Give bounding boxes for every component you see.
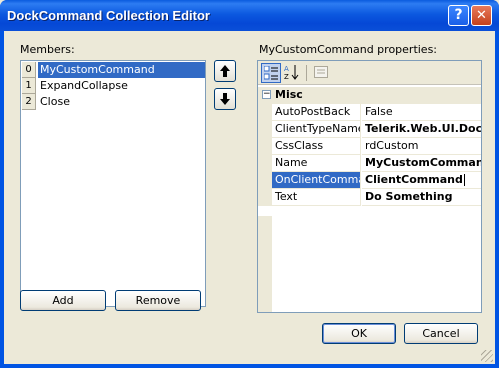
close-button[interactable]: ✕ <box>471 5 492 26</box>
cancel-button[interactable]: Cancel <box>404 323 478 344</box>
move-down-button[interactable] <box>214 88 236 110</box>
property-value[interactable]: Do Something <box>362 189 481 206</box>
property-value[interactable]: Telerik.Web.UI.Dock <box>362 121 481 138</box>
members-label: Members: <box>20 43 75 56</box>
properties-label: MyCustomCommand properties: <box>259 43 438 56</box>
property-name: ClientTypeName <box>272 121 361 138</box>
alphabetical-icon: A Z <box>284 65 299 81</box>
row-gutter <box>258 121 272 138</box>
alphabetical-button[interactable]: A Z <box>282 63 302 83</box>
property-row-text[interactable]: Text Do Something <box>258 189 481 206</box>
members-list[interactable]: 0 MyCustomCommand 1 ExpandCollapse 2 Clo… <box>20 60 206 307</box>
remove-button[interactable]: Remove <box>115 290 201 311</box>
property-value[interactable]: MyCustomCommand <box>362 155 481 172</box>
member-item-2[interactable]: 2 Close <box>22 94 205 110</box>
add-button[interactable]: Add <box>20 290 106 311</box>
property-name: Text <box>272 189 361 206</box>
ok-button[interactable]: OK <box>322 323 396 344</box>
help-button[interactable]: ? <box>448 5 469 26</box>
member-item-0[interactable]: 0 MyCustomCommand <box>22 62 205 78</box>
close-icon: ✕ <box>476 8 487 23</box>
categorized-icon <box>263 65 278 80</box>
property-value: ClientCommand <box>365 173 463 186</box>
property-name: AutoPostBack <box>272 104 361 121</box>
property-row-onclientcommand[interactable]: OnClientCommand ClientCommand <box>258 172 481 189</box>
title-bar[interactable]: DockCommand Collection Editor ? ✕ <box>0 0 499 31</box>
property-value-editor[interactable]: ClientCommand <box>362 172 481 189</box>
toolbar-separator <box>306 65 307 81</box>
collection-editor-window: DockCommand Collection Editor ? ✕ Member… <box>0 0 499 368</box>
member-index: 2 <box>22 94 36 110</box>
property-value[interactable]: rdCustom <box>362 138 481 155</box>
member-name: MyCustomCommand <box>38 62 205 78</box>
svg-text:Z: Z <box>284 73 289 80</box>
property-row-name[interactable]: Name MyCustomCommand <box>258 155 481 172</box>
row-gutter <box>258 104 272 121</box>
up-arrow-icon <box>220 65 230 77</box>
property-name: OnClientCommand <box>272 172 361 189</box>
down-arrow-icon <box>220 93 230 105</box>
svg-text:A: A <box>284 65 289 73</box>
property-value[interactable]: False <box>362 104 481 121</box>
move-up-button[interactable] <box>214 60 236 82</box>
property-name: Name <box>272 155 361 172</box>
row-gutter <box>258 172 272 189</box>
category-name: Misc <box>275 88 303 101</box>
member-name: Close <box>40 95 70 108</box>
text-caret <box>463 174 465 186</box>
property-row-autopostback[interactable]: AutoPostBack False <box>258 104 481 121</box>
property-grid-toolbar: A Z <box>258 61 481 85</box>
category-misc[interactable]: − Misc <box>258 87 481 104</box>
property-grid: A Z − Misc AutoPostBack False ClientType… <box>257 60 482 313</box>
window-title: DockCommand Collection Editor <box>7 8 210 23</box>
member-index: 0 <box>22 62 36 78</box>
member-item-1[interactable]: 1 ExpandCollapse <box>22 78 205 94</box>
row-gutter <box>258 138 272 155</box>
property-name: CssClass <box>272 138 361 155</box>
property-row-clienttypename[interactable]: ClientTypeName Telerik.Web.UI.Dock <box>258 121 481 138</box>
property-pages-icon <box>314 66 328 78</box>
member-name: ExpandCollapse <box>40 79 128 92</box>
resize-grip-icon[interactable] <box>481 350 493 362</box>
grid-gutter-fill <box>258 216 272 312</box>
row-gutter <box>258 189 272 206</box>
categorized-button[interactable] <box>261 63 281 83</box>
property-row-cssclass[interactable]: CssClass rdCustom <box>258 138 481 155</box>
property-pages-button[interactable] <box>311 63 331 83</box>
help-icon: ? <box>454 7 463 23</box>
member-index: 1 <box>22 78 36 94</box>
dialog-body: Members: 0 MyCustomCommand 1 ExpandColla… <box>4 31 495 364</box>
row-gutter <box>258 155 272 172</box>
collapse-icon[interactable]: − <box>262 90 271 99</box>
